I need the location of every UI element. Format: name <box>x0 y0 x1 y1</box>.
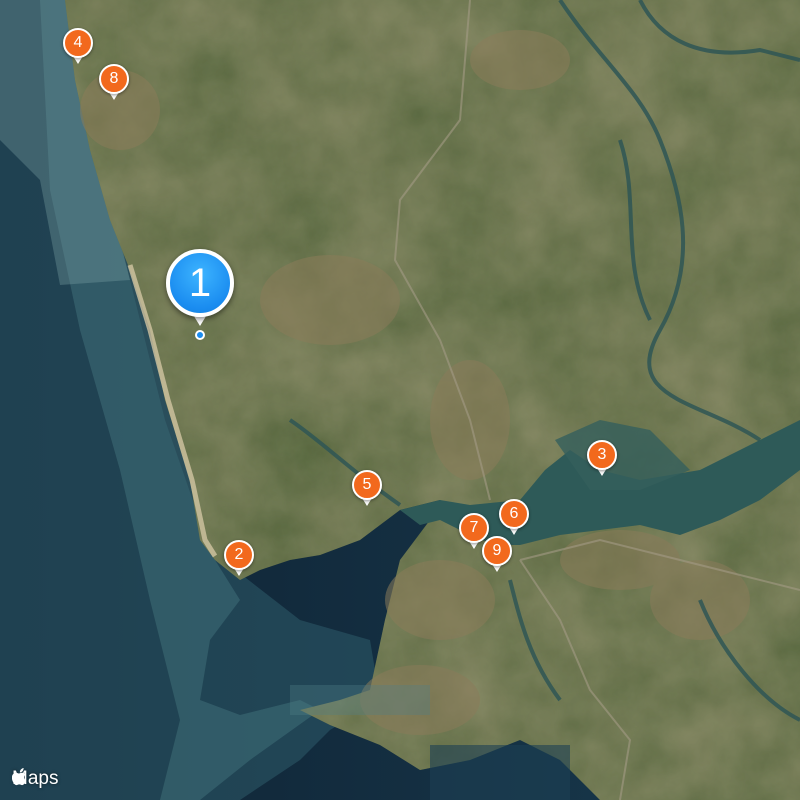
satellite-imagery <box>0 0 800 800</box>
map-canvas[interactable]: 1 2 3 4 5 6 7 8 9 Maps <box>0 0 800 800</box>
marker-label: 3 <box>587 440 617 470</box>
marker-location-dot <box>195 330 205 340</box>
apple-logo-icon <box>12 768 27 786</box>
marker-label: 9 <box>482 536 512 566</box>
maps-attribution[interactable]: Maps <box>12 768 58 790</box>
marker-label: 1 <box>166 249 234 317</box>
marker-label: 6 <box>499 499 529 529</box>
marker-label: 8 <box>99 64 129 94</box>
marker-label: 4 <box>63 28 93 58</box>
marker-label: 5 <box>352 470 382 500</box>
marker-label: 7 <box>459 513 489 543</box>
marker-label: 2 <box>224 540 254 570</box>
